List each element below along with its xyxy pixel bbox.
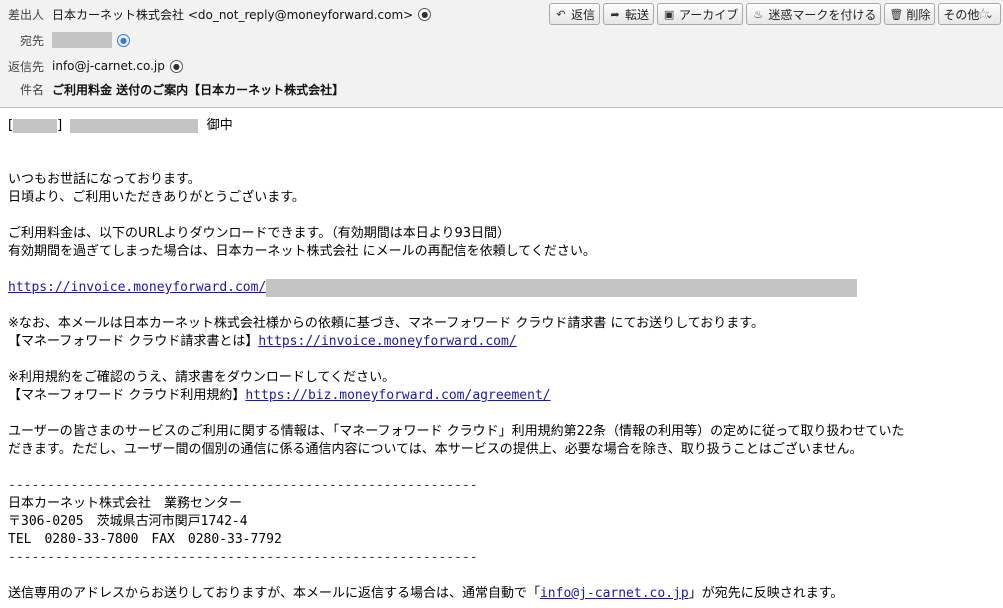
body-text: だきます。ただし、ユーザー間の個別の通信に係る通信内容については、本サービスの提…	[8, 442, 863, 457]
message-header: 差出人 日本カーネット株式会社 <do_not_reply@moneyforwa…	[0, 0, 1003, 108]
divider: ----------------------------------------…	[8, 478, 478, 493]
flame-icon: ♨	[753, 7, 764, 21]
reply-button[interactable]: ↶ 返信	[549, 3, 601, 25]
footer-text: 送信専用のアドレスからお送りしておりますが、本メールに返信する場合は、通常自動で…	[8, 585, 995, 603]
signature-line: 〒306-0205 茨城県古河市関戸1742-4	[8, 514, 248, 529]
reply-email-link[interactable]: info@j-carnet.co.jp	[540, 586, 689, 601]
forward-button[interactable]: ➦ 転送	[603, 3, 655, 25]
from-label: 差出人	[7, 7, 44, 22]
redacted-name	[13, 118, 58, 133]
archive-label: アーカイブ	[679, 7, 739, 22]
message-body: [] 御中 いつもお世話になっております。 日頃より、ご利用いただきありがとうご…	[0, 108, 1003, 603]
redacted-recipient	[52, 32, 112, 48]
delete-label: 削除	[906, 7, 931, 22]
body-text: ユーザーの皆さまのサービスのご利用に関する情報は、「マネーフォワード クラウド」…	[8, 424, 905, 439]
forward-icon: ➦	[610, 7, 620, 21]
invoice-link-row: https://invoice.moneyforward.com/	[8, 279, 995, 297]
contact-icon[interactable]: ●	[418, 7, 432, 21]
junk-label: 迷惑マークを付ける	[768, 7, 877, 22]
reply-icon: ↶	[556, 7, 566, 21]
body-text: 【マネーフォワード クラウド利用規約】	[8, 388, 246, 403]
reply-label: 返信	[571, 7, 596, 22]
trash-icon: 🗑	[889, 7, 904, 21]
replyto-value[interactable]: info@j-carnet.co.jp	[52, 59, 165, 73]
signature-line: TEL 0280-33-7800 FAX 0280-33-7792	[8, 532, 282, 547]
salutation-suffix: 御中	[206, 118, 233, 133]
signature-line: 日本カーネット株式会社 業務センター	[8, 496, 243, 511]
junk-button[interactable]: ♨ 迷惑マークを付ける	[746, 3, 882, 25]
body-text: 【マネーフォワード クラウド請求書とは】	[8, 334, 259, 349]
other-label: その他	[943, 7, 980, 22]
to-row: 宛先 ●	[0, 30, 130, 50]
contact-icon[interactable]: ●	[117, 33, 130, 47]
contact-icon[interactable]: ●	[169, 59, 183, 73]
body-text: いつもお世話になっております。	[8, 172, 201, 187]
invoice-link[interactable]: https://invoice.moneyforward.com/	[8, 280, 266, 295]
body-text: ※なお、本メールは日本カーネット株式会社様からの依頼に基づき、マネーフォワード …	[8, 316, 764, 331]
salutation: [] 御中	[8, 117, 995, 135]
forward-label: 転送	[625, 7, 650, 22]
archive-icon: ▣	[663, 7, 675, 21]
invoice-about-link[interactable]: https://invoice.moneyforward.com/	[258, 334, 516, 349]
body-text: ※利用規約をご確認のうえ、請求書をダウンロードしてください。	[8, 370, 396, 385]
replyto-row: 返信先 info@j-carnet.co.jp ●	[0, 56, 183, 76]
subject-value: ご利用料金 送付のご案内【日本カーネット株式会社】	[52, 82, 345, 97]
bracket-close: ]	[57, 118, 63, 133]
subject-label: 件名	[19, 82, 44, 97]
archive-button[interactable]: ▣ アーカイブ	[657, 3, 744, 25]
footer-suffix: 」が宛先に反映されます。	[688, 586, 844, 601]
divider: ----------------------------------------…	[8, 550, 478, 565]
footer-prefix: 送信専用のアドレスからお送りしておりますが、本メールに返信する場合は、通常自動で…	[8, 586, 540, 601]
body-text: 【マネーフォワード クラウド請求書とは】https://invoice.mone…	[8, 333, 995, 351]
subject-row: 件名 ご利用料金 送付のご案内【日本カーネット株式会社】	[0, 79, 344, 99]
agreement-link[interactable]: https://biz.moneyforward.com/agreement/	[245, 388, 550, 403]
redacted-company	[70, 118, 199, 133]
body-text: 日頃より、ご利用いただきありがとうございます。	[8, 190, 305, 205]
body-text: 【マネーフォワード クラウド利用規約】https://biz.moneyforw…	[8, 387, 995, 405]
to-label: 宛先	[19, 33, 44, 48]
redacted-url	[266, 279, 858, 297]
other-button[interactable]: その他 ⌄	[938, 3, 1002, 25]
message-toolbar: ↶ 返信 ➦ 転送 ▣ アーカイブ ♨ 迷惑マークを付ける 🗑 削除 その他 ⌄	[549, 3, 1002, 25]
delete-button[interactable]: 🗑 削除	[884, 3, 936, 25]
from-row: 差出人 日本カーネット株式会社 <do_not_reply@moneyforwa…	[0, 4, 432, 24]
body-text: ご利用料金は、以下のURLよりダウンロードできます。（有効期間は本日より93日間…	[8, 226, 511, 241]
replyto-label: 返信先	[7, 59, 44, 74]
star-icon[interactable]: ☆	[976, 4, 990, 23]
body-text: 有効期間を過ぎてしまった場合は、日本カーネット株式会社 にメールの再配信を依頼し…	[8, 244, 596, 259]
from-value[interactable]: 日本カーネット株式会社 <do_not_reply@moneyforward.c…	[52, 6, 413, 23]
